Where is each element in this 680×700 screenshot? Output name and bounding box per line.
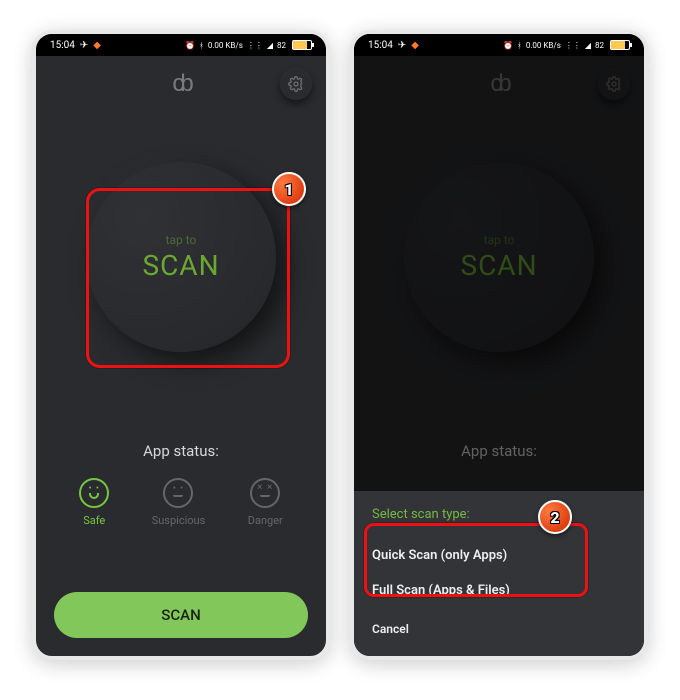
net-speed: 0.00 KB/s bbox=[526, 41, 561, 50]
scan-circle-button: tap to SCAN bbox=[404, 162, 594, 352]
scan-button[interactable]: SCAN bbox=[54, 592, 308, 638]
scan-circle-button[interactable]: tap to SCAN bbox=[86, 162, 276, 352]
status-row: Safe Suspicious Danger bbox=[36, 460, 326, 527]
tap-to-label: tap to bbox=[484, 233, 515, 247]
phone-screen-2: 15:04 ✈ ◆ ⏰ ᚼ 0.00 KB/s ⋮⋮ ◢ 82 cb tap t… bbox=[350, 30, 648, 660]
tap-to-label: tap to bbox=[166, 233, 197, 247]
face-neutral-icon bbox=[163, 478, 193, 508]
sheet-title: Select scan type: bbox=[372, 507, 626, 522]
status-bar: 15:04 ✈ ◆ ⏰ ᚼ 0.00 KB/s ⋮⋮ ◢ 82 bbox=[354, 34, 644, 56]
app-logo-icon: cb bbox=[172, 70, 189, 98]
telegram-icon: ✈ bbox=[398, 40, 406, 51]
gear-icon bbox=[606, 76, 622, 92]
battery-icon bbox=[610, 40, 630, 50]
scan-type-sheet: Select scan type: Quick Scan (only Apps)… bbox=[354, 491, 644, 656]
app-header: cb bbox=[354, 56, 644, 112]
quick-scan-option[interactable]: Quick Scan (only Apps) bbox=[372, 538, 626, 573]
status-bar: 15:04 ✈ ◆ ⏰ ᚼ 0.00 KB/s ⋮⋮ ◢ 82 bbox=[36, 34, 326, 56]
notif-icon: ◆ bbox=[411, 40, 419, 51]
battery-icon bbox=[292, 40, 312, 50]
notif-icon: ◆ bbox=[93, 40, 101, 51]
signal-icon: ◢ bbox=[267, 41, 273, 50]
gear-icon bbox=[288, 76, 304, 92]
annotation-badge-1: 1 bbox=[272, 172, 306, 206]
status-safe-label: Safe bbox=[83, 514, 105, 527]
signal-icon: ◢ bbox=[585, 41, 591, 50]
wifi-icon: ⋮⋮ bbox=[247, 41, 263, 50]
face-smile-icon bbox=[79, 478, 109, 508]
settings-button[interactable] bbox=[598, 68, 630, 100]
wifi-icon: ⋮⋮ bbox=[565, 41, 581, 50]
cancel-option[interactable]: Cancel bbox=[372, 608, 626, 636]
app-header: cb bbox=[36, 56, 326, 112]
settings-button[interactable] bbox=[280, 68, 312, 100]
alarm-icon: ⏰ bbox=[503, 41, 513, 50]
full-scan-option[interactable]: Full Scan (Apps & Files) bbox=[372, 573, 626, 608]
clock: 15:04 bbox=[368, 40, 393, 51]
bluetooth-icon: ᚼ bbox=[517, 41, 522, 50]
bluetooth-icon: ᚼ bbox=[199, 41, 204, 50]
phone-screen-1: 15:04 ✈ ◆ ⏰ ᚼ 0.00 KB/s ⋮⋮ ◢ 82 cb tap t… bbox=[32, 30, 330, 660]
annotation-badge-2: 2 bbox=[538, 500, 572, 534]
telegram-icon: ✈ bbox=[80, 40, 88, 51]
app-status-label: App status: bbox=[354, 442, 644, 460]
status-danger[interactable]: Danger bbox=[248, 478, 283, 527]
clock: 15:04 bbox=[50, 40, 75, 51]
scan-button-label: SCAN bbox=[161, 606, 200, 624]
app-status-label: App status: bbox=[36, 442, 326, 460]
status-suspicious[interactable]: Suspicious bbox=[152, 478, 206, 527]
status-suspicious-label: Suspicious bbox=[152, 514, 206, 527]
battery-pct: 82 bbox=[277, 41, 286, 50]
status-danger-label: Danger bbox=[248, 514, 283, 527]
app-logo-icon: cb bbox=[490, 70, 507, 98]
scan-word: SCAN bbox=[142, 249, 219, 282]
face-dead-icon bbox=[250, 478, 280, 508]
scan-word: SCAN bbox=[460, 249, 537, 282]
battery-pct: 82 bbox=[595, 41, 604, 50]
status-safe[interactable]: Safe bbox=[79, 478, 109, 527]
alarm-icon: ⏰ bbox=[185, 41, 195, 50]
net-speed: 0.00 KB/s bbox=[208, 41, 243, 50]
